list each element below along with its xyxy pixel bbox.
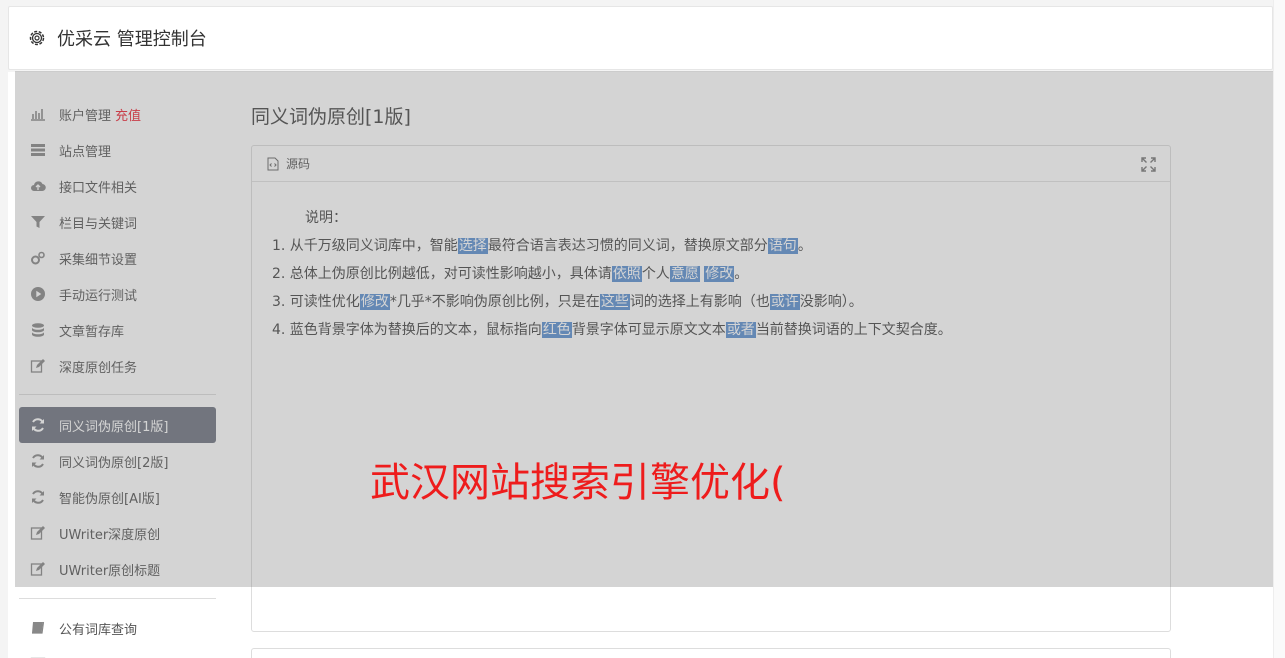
- panel-header: 源码: [252, 146, 1170, 182]
- text-segment: 最符合语言表达习惯的同义词，替换原文部分: [487, 238, 768, 254]
- replaced-word[interactable]: 意愿: [669, 266, 700, 282]
- source-panel: 源码 说明： 1. 从千万级同义词库中，智能选择最符合语言表达习惯的同义词，替换…: [251, 145, 1171, 632]
- sidebar-item-group1-5[interactable]: 手动运行测试: [19, 276, 216, 312]
- sidebar-item-group2-1[interactable]: 同义词伪原创[2版]: [19, 443, 216, 479]
- sidebar-item-label: 账户管理: [59, 108, 112, 124]
- replaced-word[interactable]: 或者: [725, 322, 756, 338]
- replaced-word[interactable]: 或许: [769, 294, 800, 310]
- main-content: 同义词伪原创[1版]: [251, 102, 1171, 136]
- intro-label: 说明：: [305, 210, 347, 226]
- sidebar-item-label: 站点管理: [59, 144, 112, 160]
- sidebar-divider: [19, 394, 216, 395]
- text-segment: 背景字体可显示原文文本: [571, 322, 726, 338]
- text-segment: 3. 可读性优化: [272, 294, 360, 310]
- console-title: 优采云 管理控制台: [57, 29, 207, 50]
- sidebar-item-label: UWriter深度原创: [59, 527, 161, 543]
- page-title: 同义词伪原创[1版]: [251, 106, 411, 128]
- text-segment: 2. 总体上伪原创比例越低，对可读性影响越小，具体请: [272, 266, 612, 282]
- page-scrollbar[interactable]: [1273, 0, 1285, 658]
- edit-icon: [30, 562, 45, 576]
- sidebar-item-group1-4[interactable]: 采集细节设置: [19, 240, 216, 276]
- watermark-text: 武汉网站搜索引擎优化(: [370, 460, 786, 506]
- sidebar-item-label: 手动运行测试: [59, 288, 138, 304]
- sidebar-item-label: 文章暂存库: [59, 324, 125, 340]
- sidebar-divider: [19, 598, 216, 599]
- sidebar-item-group1-0[interactable]: 账户管理 充值: [19, 96, 216, 132]
- sidebar-item-label: 同义词伪原创[2版]: [59, 455, 169, 471]
- text-segment: 个人: [641, 266, 670, 282]
- text-segment: 。: [734, 266, 749, 282]
- sidebar-item-group1-1[interactable]: 站点管理: [19, 132, 216, 168]
- replaced-word[interactable]: 修改: [704, 266, 735, 282]
- sidebar-item-label: UWriter原创标题: [59, 563, 161, 579]
- sidebar-item-group2-2[interactable]: 智能伪原创[AI版]: [19, 479, 216, 515]
- replaced-word[interactable]: 红色: [541, 322, 572, 338]
- sidebar-item-label: 采集细节设置: [59, 252, 138, 268]
- sidebar-item-group2-3[interactable]: UWriter深度原创: [19, 515, 216, 551]
- recharge-link[interactable]: 充值: [115, 105, 141, 124]
- replaced-word[interactable]: 选择: [457, 238, 488, 254]
- gear-icon: [29, 30, 45, 46]
- refresh-icon: [32, 454, 44, 468]
- edit-icon: [30, 359, 45, 373]
- instruction-line: 4. 蓝色背景字体为替换后的文本，鼠标指向红色背景字体可显示原文文本或者当前替换…: [272, 316, 1170, 344]
- edit-icon: [30, 526, 45, 540]
- text-segment: 没影响）。: [799, 294, 863, 310]
- top-header: 优采云 管理控制台: [8, 6, 1273, 70]
- text-segment: 当前替换词语的上下文契合度。: [755, 322, 952, 338]
- sidebar-item-label: 栏目与关键词: [59, 216, 138, 232]
- sidebar-item-label: 公有词库查询: [59, 622, 138, 638]
- server-icon: [31, 144, 45, 156]
- sidebar-item-label: 智能伪原创[AI版]: [59, 491, 160, 507]
- sidebar-item-group1-6[interactable]: 文章暂存库: [19, 312, 216, 348]
- sidebar-item-label: 接口文件相关: [59, 180, 138, 196]
- sidebar-item-group1-3[interactable]: 栏目与关键词: [19, 204, 216, 240]
- replaced-word[interactable]: 依照: [611, 266, 642, 282]
- database-icon: [32, 323, 44, 337]
- sidebar-item-label: 深度原创任务: [59, 360, 138, 376]
- panel-body[interactable]: 说明： 1. 从千万级同义词库中，智能选择最符合语言表达习惯的同义词，替换原文部…: [252, 182, 1170, 344]
- text-segment: 4. 蓝色背景字体为替换后的文本，鼠标指向: [272, 322, 542, 338]
- filter-icon: [31, 216, 45, 228]
- sidebar-item-label: 平文识别演示: [59, 655, 137, 658]
- sidebar-item-group1-7[interactable]: 深度原创任务: [19, 348, 216, 384]
- sidebar-item-group2-0[interactable]: 同义词伪原创[1版]: [19, 407, 216, 443]
- book-icon: [32, 621, 45, 634]
- refresh-icon: [32, 490, 44, 504]
- text-segment: 1. 从千万级同义词库中，智能: [272, 238, 458, 254]
- instruction-line: 2. 总体上伪原创比例越低，对可读性影响越小，具体请依照个人意愿 修改。: [272, 260, 1170, 288]
- sidebar: 账户管理 充值站点管理接口文件相关 栏目与关键词 采集细节设置 手动运行测试 文章暂存库深…: [19, 96, 216, 658]
- text-segment: 词的选择上有影响（也: [629, 294, 770, 310]
- sidebar-item-group1-2[interactable]: 接口文件相关: [19, 168, 216, 204]
- text-segment: 。: [797, 238, 812, 254]
- panel-title: 源码: [286, 157, 311, 171]
- replaced-word[interactable]: 语句: [767, 238, 798, 254]
- sidebar-item-label: 同义词伪原创[1版]: [59, 419, 169, 435]
- expand-icon[interactable]: [1141, 157, 1156, 172]
- secondary-panel: [251, 648, 1171, 658]
- refresh-icon: [32, 418, 44, 432]
- instruction-line: 3. 可读性优化修改*几乎*不影响伪原创比例，只是在这些词的选择上有影响（也或许…: [272, 288, 1170, 316]
- replaced-word[interactable]: 这些: [599, 294, 630, 310]
- bar-chart-icon: [31, 109, 45, 121]
- code-file-icon: [267, 157, 279, 170]
- text-segment: *几乎*不影响伪原创比例，只是在: [389, 294, 600, 310]
- gears-icon: [31, 251, 45, 265]
- sidebar-item-group3-0[interactable]: 公有词库查询: [19, 610, 216, 646]
- cloud-upload-icon: [31, 181, 46, 192]
- play-circle-icon: [31, 287, 45, 301]
- sidebar-item-group3-1[interactable]: 平文识别演示: [19, 646, 216, 658]
- sidebar-item-group2-4[interactable]: UWriter原创标题: [19, 551, 216, 587]
- replaced-word[interactable]: 修改: [359, 294, 390, 310]
- instruction-line: 1. 从千万级同义词库中，智能选择最符合语言表达习惯的同义词，替换原文部分语句。: [272, 232, 1170, 260]
